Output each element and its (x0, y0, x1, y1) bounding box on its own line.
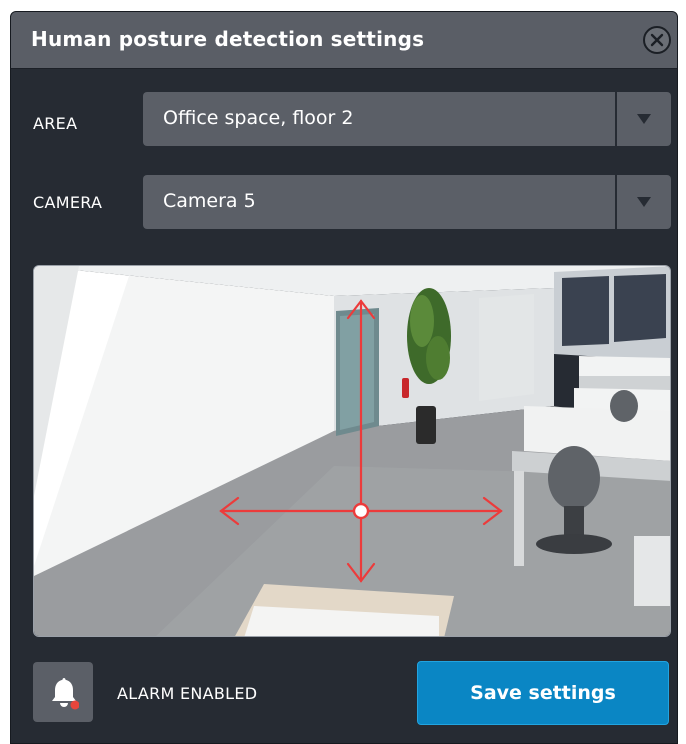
dialog-titlebar: Human posture detection settings (11, 12, 677, 69)
camera-preview[interactable] (33, 265, 671, 637)
camera-dropdown-button[interactable] (615, 175, 671, 229)
settings-dialog: Human posture detection settings AREA Of… (10, 11, 678, 744)
camera-label: CAMERA (33, 193, 103, 212)
camera-frame-image (34, 266, 670, 636)
close-icon (650, 33, 664, 47)
triangle-down-icon (637, 114, 651, 124)
area-label: AREA (33, 114, 78, 133)
area-select[interactable]: Office space, floor 2 (143, 92, 671, 146)
alarm-status-label: ALARM ENABLED (117, 684, 258, 703)
bell-icon (52, 678, 79, 710)
dialog-title: Human posture detection settings (31, 27, 425, 51)
camera-select[interactable]: Camera 5 (143, 175, 671, 229)
save-settings-button[interactable]: Save settings (417, 661, 669, 725)
area-select-value: Office space, floor 2 (163, 107, 354, 129)
close-button[interactable] (643, 26, 671, 54)
crosshair-center-handle (352, 502, 370, 520)
camera-select-value: Camera 5 (163, 190, 256, 212)
alarm-toggle-button[interactable] (33, 662, 93, 722)
triangle-down-icon (637, 197, 651, 207)
area-dropdown-button[interactable] (615, 92, 671, 146)
alarm-status-dot (70, 700, 79, 710)
